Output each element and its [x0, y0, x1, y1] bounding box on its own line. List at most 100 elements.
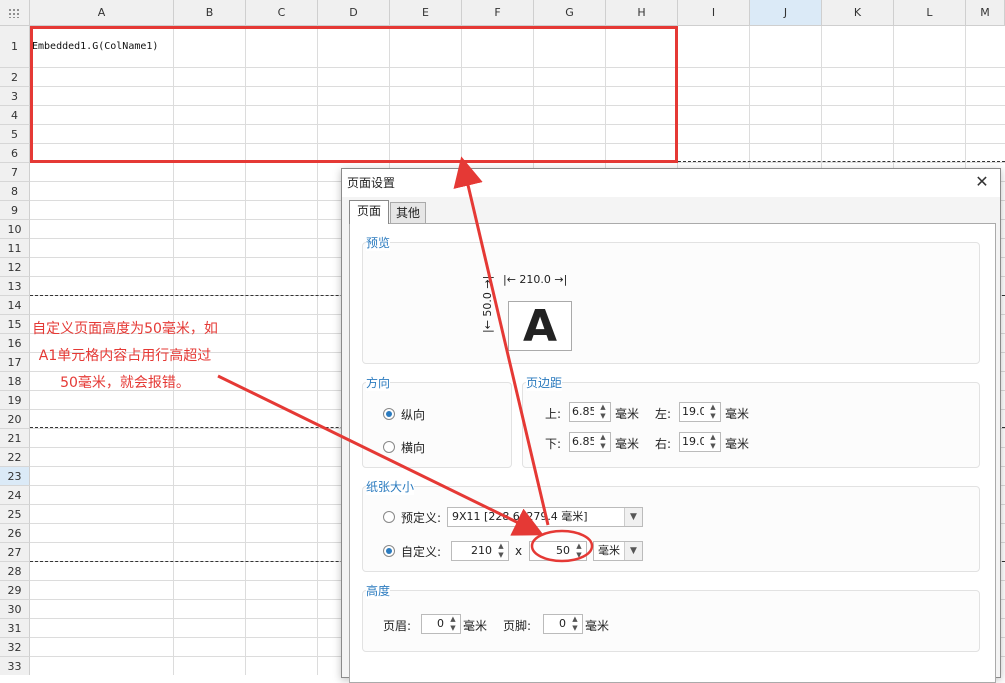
column-header-m[interactable]: M — [966, 0, 1005, 26]
close-icon[interactable]: ✕ — [972, 172, 992, 192]
margin-bottom-stepper[interactable]: 6.85 ▲ ▼ — [569, 432, 611, 452]
margin-right-label: 右: — [655, 437, 672, 451]
custom-height-stepper[interactable]: 50 ▲ ▼ — [529, 541, 587, 561]
portrait-radio[interactable] — [383, 408, 395, 420]
stepper-arrows-icon[interactable]: ▲ ▼ — [568, 615, 582, 633]
tab-page[interactable]: 页面 — [349, 200, 389, 224]
row-header-16[interactable]: 16 — [0, 334, 30, 353]
row-header-5[interactable]: 5 — [0, 125, 30, 144]
page-break-line — [678, 161, 1005, 162]
row-header-21[interactable]: 21 — [0, 429, 30, 448]
row-header-9[interactable]: 9 — [0, 201, 30, 220]
grid-dots-icon — [8, 8, 20, 18]
dialog-title: 页面设置 — [342, 169, 1000, 197]
row-header-1[interactable]: 1 — [0, 26, 30, 68]
tab-other[interactable]: 其他 — [390, 202, 426, 224]
stepper-arrows-icon[interactable]: ▲ ▼ — [596, 403, 610, 421]
row-header-17[interactable]: 17 — [0, 353, 30, 372]
margin-top-stepper[interactable]: 6.85 ▲ ▼ — [569, 402, 611, 422]
custom-width-value: 210 — [471, 544, 492, 557]
predefined-paper-value: 9X11 [228.6x279.4 毫米] — [452, 510, 588, 523]
margin-left-value: 19.05 — [682, 405, 704, 418]
column-header-d[interactable]: D — [318, 0, 390, 26]
stepper-arrows-icon[interactable]: ▲ ▼ — [706, 433, 720, 451]
column-header-a[interactable]: A — [30, 0, 174, 26]
footer-stepper[interactable]: 0 ▲ ▼ — [543, 614, 583, 634]
paper-size-label: 纸张大小 — [366, 478, 415, 495]
preview-height-label: |← 50.0 →| — [481, 275, 494, 333]
custom-radio[interactable] — [383, 545, 395, 557]
custom-width-stepper[interactable]: 210 ▲ ▼ — [451, 541, 509, 561]
stepper-arrows-icon[interactable]: ▲ ▼ — [596, 433, 610, 451]
row-header-24[interactable]: 24 — [0, 486, 30, 505]
row-header-30[interactable]: 30 — [0, 600, 30, 619]
row-header-14[interactable]: 14 — [0, 296, 30, 315]
landscape-radio[interactable] — [383, 441, 395, 453]
row-header-4[interactable]: 4 — [0, 106, 30, 125]
row-header-33[interactable]: 33 — [0, 657, 30, 675]
column-header-g[interactable]: G — [534, 0, 606, 26]
header-label: 页眉: — [383, 619, 412, 633]
column-header-i[interactable]: I — [678, 0, 750, 26]
row-header-23[interactable]: 23 — [0, 467, 30, 486]
row-header-26[interactable]: 26 — [0, 524, 30, 543]
chevron-down-icon[interactable]: ▼ — [624, 508, 642, 526]
custom-label: 自定义: — [401, 545, 442, 559]
select-all-corner[interactable] — [0, 0, 30, 26]
row-header-28[interactable]: 28 — [0, 562, 30, 581]
header-stepper[interactable]: 0 ▲ ▼ — [421, 614, 461, 634]
preview-label: 预览 — [366, 234, 391, 251]
orientation-label: 方向 — [366, 374, 391, 391]
column-header-e[interactable]: E — [390, 0, 462, 26]
row-header-3[interactable]: 3 — [0, 87, 30, 106]
column-header-b[interactable]: B — [174, 0, 246, 26]
margin-left-unit: 毫米 — [725, 407, 750, 421]
chevron-down-icon[interactable]: ▼ — [624, 542, 642, 560]
stepper-arrows-icon[interactable]: ▲ ▼ — [706, 403, 720, 421]
predefined-paper-select[interactable]: 9X11 [228.6x279.4 毫米] ▼ — [447, 507, 643, 527]
page-setup-dialog: 页面设置 ✕ 页面 其他 |← 210.0 →| |← 50.0 →| A 预览… — [341, 168, 1001, 683]
row-header-15[interactable]: 15 — [0, 315, 30, 334]
row-header-2[interactable]: 2 — [0, 68, 30, 87]
row-header-8[interactable]: 8 — [0, 182, 30, 201]
preview-page: A — [508, 301, 572, 352]
row-header-22[interactable]: 22 — [0, 448, 30, 467]
header-value: 0 — [437, 617, 444, 630]
margin-left-stepper[interactable]: 19.05 ▲▼ — [679, 402, 721, 422]
column-header-j[interactable]: J — [750, 0, 822, 26]
row-header-11[interactable]: 11 — [0, 239, 30, 258]
row-header-18[interactable]: 18 — [0, 372, 30, 391]
row-header-6[interactable]: 6 — [0, 144, 30, 163]
row-header-12[interactable]: 12 — [0, 258, 30, 277]
row-header-13[interactable]: 13 — [0, 277, 30, 296]
header-unit: 毫米 — [463, 619, 488, 633]
row-header-7[interactable]: 7 — [0, 163, 30, 182]
margin-right-stepper[interactable]: 19.05 ▲▼ — [679, 432, 721, 452]
custom-height-value: 50 — [556, 544, 570, 557]
margin-top-value: 6.85 — [572, 405, 594, 418]
unit-select[interactable]: 毫米 ▼ — [593, 541, 643, 561]
footer-label: 页脚: — [503, 619, 532, 633]
stepper-arrows-icon[interactable]: ▲ ▼ — [494, 542, 508, 560]
predefined-radio[interactable] — [383, 511, 395, 523]
row-header-19[interactable]: 19 — [0, 391, 30, 410]
column-header-l[interactable]: L — [894, 0, 966, 26]
row-header-32[interactable]: 32 — [0, 638, 30, 657]
column-header-c[interactable]: C — [246, 0, 318, 26]
preview-group: |← 210.0 →| |← 50.0 →| A — [362, 242, 980, 364]
column-header-f[interactable]: F — [462, 0, 534, 26]
row-header-10[interactable]: 10 — [0, 220, 30, 239]
header-footer-group: 页眉: 0 ▲ ▼ 毫米 页脚: 0 ▲ ▼ 毫米 — [362, 590, 980, 652]
row-header-20[interactable]: 20 — [0, 410, 30, 429]
column-header-h[interactable]: H — [606, 0, 678, 26]
row-header-31[interactable]: 31 — [0, 619, 30, 638]
times-symbol: x — [515, 544, 523, 558]
landscape-label: 横向 — [401, 441, 426, 455]
stepper-arrows-icon[interactable]: ▲ ▼ — [572, 542, 586, 560]
row-header-25[interactable]: 25 — [0, 505, 30, 524]
row-header-27[interactable]: 27 — [0, 543, 30, 562]
row-header-29[interactable]: 29 — [0, 581, 30, 600]
stepper-arrows-icon[interactable]: ▲ ▼ — [446, 615, 460, 633]
column-header-k[interactable]: K — [822, 0, 894, 26]
margin-right-unit: 毫米 — [725, 437, 750, 451]
